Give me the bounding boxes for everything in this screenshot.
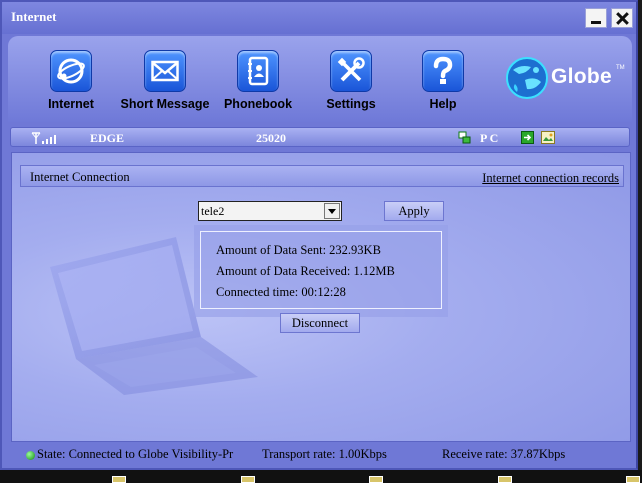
toolbar-help-button[interactable]: Help — [393, 50, 493, 111]
window-title: Internet — [11, 9, 57, 24]
globe-brand-text: Globe — [551, 65, 613, 88]
profile-select[interactable]: tele2 — [198, 201, 342, 221]
toolbar-short-message-label: Short Message — [120, 97, 210, 111]
connected-time: Connected time: 00:12:28 — [216, 285, 346, 299]
profile-select-value: tele2 — [201, 204, 225, 218]
disconnect-button[interactable]: Disconnect — [280, 313, 360, 333]
status-footer: State: Connected to Globe Visibility-Pr … — [10, 442, 630, 468]
data-sent: Amount of Data Sent: 232.93KB — [216, 243, 381, 257]
exit-icon[interactable] — [521, 131, 534, 144]
app-window: Internet Internet Short Message Phoneboo… — [0, 0, 638, 470]
signal-strength-icon — [31, 132, 56, 144]
minimize-icon — [591, 21, 601, 24]
connected-status-icon — [26, 451, 35, 460]
close-icon — [616, 12, 628, 24]
internet-globe-icon — [50, 50, 92, 92]
tools-icon — [330, 50, 372, 92]
toolbar-settings-label: Settings — [326, 97, 376, 111]
taskbar-icon[interactable] — [241, 476, 255, 483]
taskbar-icon[interactable] — [112, 476, 126, 483]
envelope-icon — [144, 50, 186, 92]
network-type: EDGE — [90, 131, 125, 145]
toolbar-short-message-button[interactable]: Short Message — [115, 50, 215, 111]
toolbar-phonebook-label: Phonebook — [223, 97, 293, 111]
connection-records-link[interactable]: Internet connection records — [482, 171, 619, 186]
main-toolbar: Internet Short Message Phonebook Setting… — [8, 36, 632, 122]
transport-rate: Transport rate: 1.00Kbps — [262, 447, 387, 461]
chevron-down-icon[interactable] — [324, 203, 340, 219]
question-icon — [422, 50, 464, 92]
data-received: Amount of Data Received: 1.12MB — [216, 264, 395, 278]
connection-mode: P C — [480, 131, 499, 145]
toolbar-settings-button[interactable]: Settings — [301, 50, 401, 111]
title-bar[interactable]: Internet — [2, 2, 636, 34]
close-button[interactable] — [611, 8, 633, 28]
globe-brand-tm: TM — [616, 65, 625, 71]
globe-logo: Globe TM — [505, 56, 625, 102]
connection-stats-box: Amount of Data Sent: 232.93KB Amount of … — [200, 231, 442, 309]
receive-rate: Receive rate: 37.87Kbps — [442, 447, 566, 461]
toolbar-internet-button[interactable]: Internet — [21, 50, 121, 111]
apply-button[interactable]: Apply — [384, 201, 444, 221]
taskbar-icon[interactable] — [626, 476, 640, 483]
pc-connection-icon — [458, 131, 471, 144]
picture-icon[interactable] — [541, 131, 555, 144]
toolbar-internet-label: Internet — [48, 97, 94, 111]
operator-code: 25020 — [256, 131, 286, 145]
taskbar-fragment — [0, 470, 642, 483]
internet-connection-panel: Internet Connection Internet connection … — [11, 152, 631, 442]
connection-state: State: Connected to Globe Visibility-Pr — [37, 447, 234, 461]
taskbar-icon[interactable] — [498, 476, 512, 483]
phonebook-icon — [237, 50, 279, 92]
toolbar-phonebook-button[interactable]: Phonebook — [208, 50, 308, 111]
minimize-button[interactable] — [585, 8, 607, 28]
globe-logo-icon — [506, 57, 548, 99]
section-title: Internet Connection — [30, 170, 130, 184]
toolbar-help-label: Help — [429, 97, 457, 111]
taskbar-icon[interactable] — [369, 476, 383, 483]
section-header: Internet Connection Internet connection … — [20, 165, 624, 187]
network-status-strip: EDGE 25020 P C — [10, 127, 630, 147]
